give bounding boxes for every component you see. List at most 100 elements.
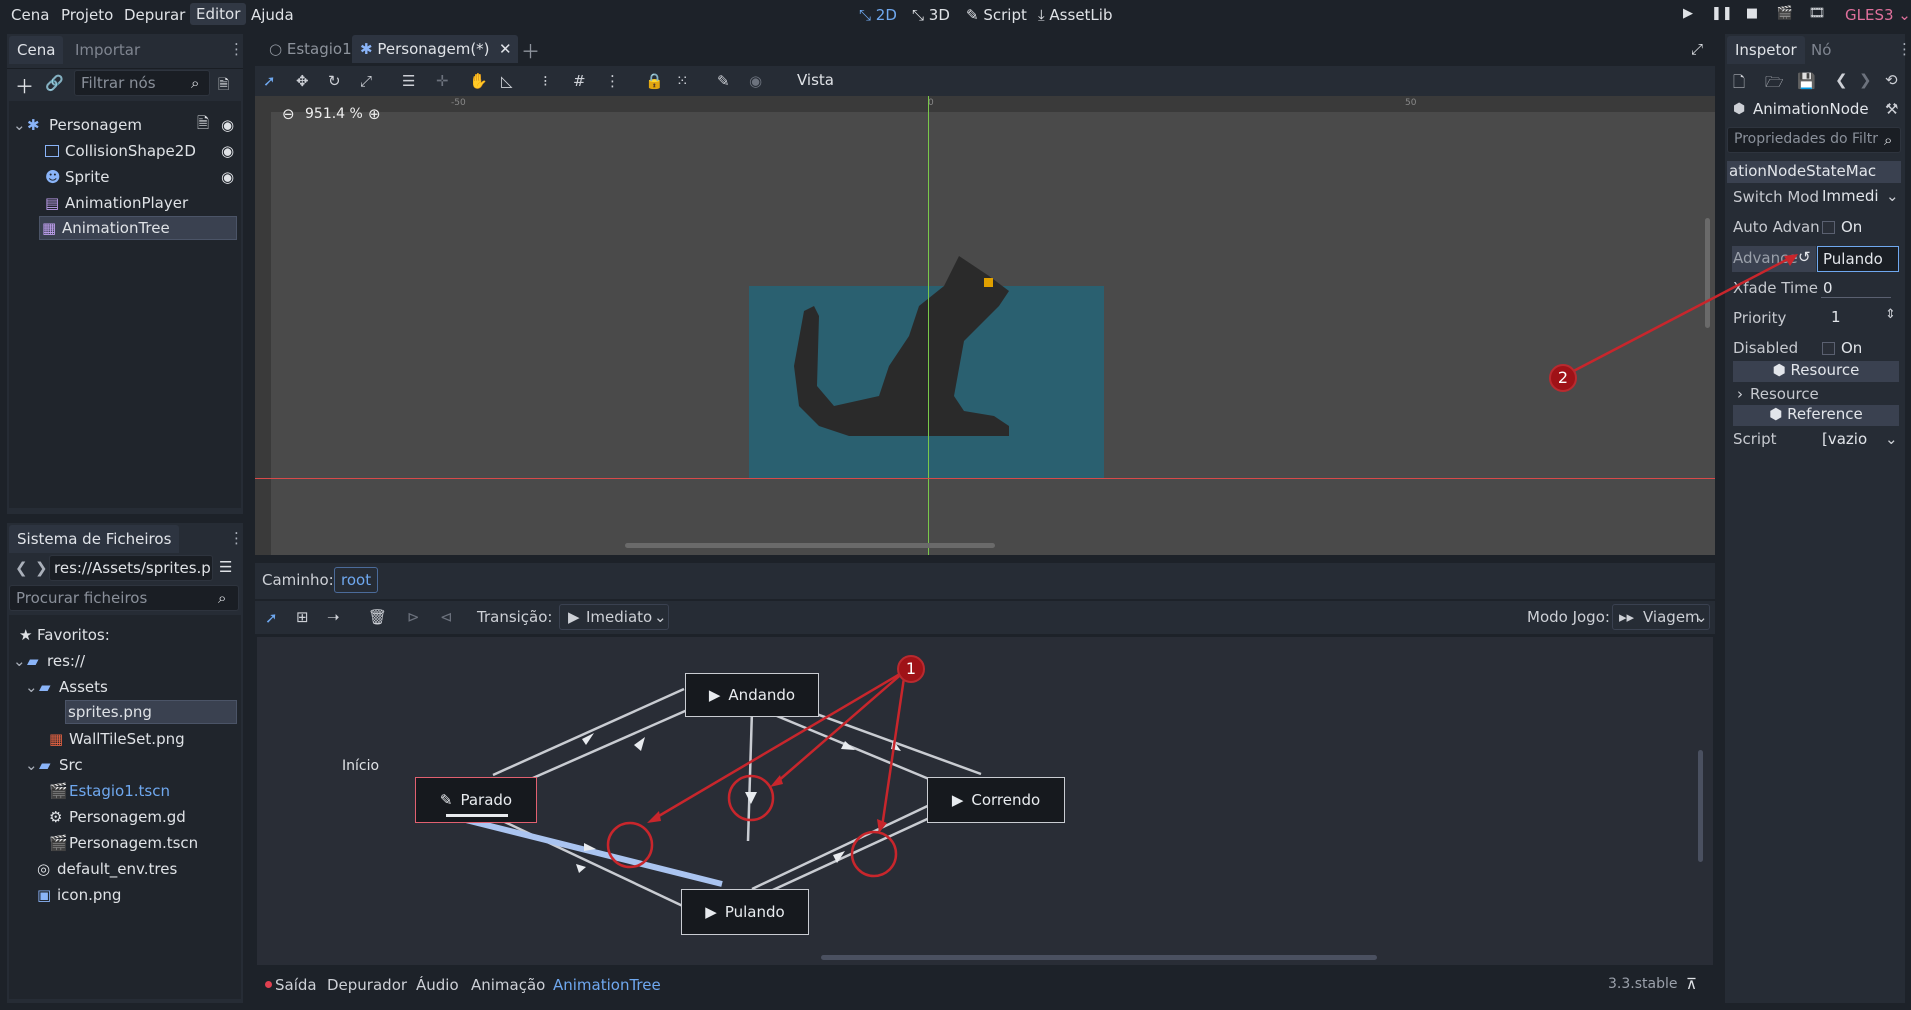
tab-audio[interactable]: Áudio bbox=[416, 976, 459, 994]
switch-mode-select[interactable]: Immedi ⌄ bbox=[1816, 184, 1902, 210]
new-resource-icon[interactable]: 🗋 bbox=[1733, 72, 1745, 97]
state-node-andando[interactable]: ▶ Andando bbox=[685, 673, 819, 717]
group-icon[interactable]: ⁙ bbox=[676, 72, 689, 90]
state-node-parado[interactable]: ✎ Parado bbox=[415, 777, 537, 823]
tab-cena[interactable]: Cena bbox=[9, 36, 64, 64]
visibility-icon[interactable]: ◉ bbox=[221, 168, 234, 186]
scale-tool-icon[interactable]: ⤢ bbox=[360, 72, 372, 90]
workspace-assetlib-button[interactable]: ⤓ AssetLib bbox=[1038, 6, 1112, 24]
history-icon[interactable]: ⟲ bbox=[1885, 71, 1898, 89]
play-mode-select[interactable]: ▸▸ Viagem ⌄ bbox=[1612, 604, 1710, 630]
viewport-2d[interactable]: -50 0 50 ⊖ 951.4 % ⊕ bbox=[255, 96, 1715, 555]
object-tools-icon[interactable]: ⚒ bbox=[1885, 100, 1898, 118]
fullscreen-icon[interactable]: ⤢ bbox=[1691, 40, 1703, 58]
bone-icon[interactable]: ✎ bbox=[717, 72, 730, 90]
close-icon[interactable]: ✕ bbox=[499, 40, 512, 58]
back-icon[interactable]: ❮ bbox=[1835, 71, 1848, 89]
dock-menu-icon[interactable]: ⋮ bbox=[229, 529, 244, 547]
file-icon-png[interactable]: ▣ icon.png bbox=[37, 883, 121, 907]
workspace-2d-button[interactable]: ⤡ 2D bbox=[859, 6, 897, 24]
back-icon[interactable]: ❮ bbox=[15, 559, 28, 577]
dock-menu-icon[interactable]: ⋮ bbox=[229, 40, 244, 58]
play-icon[interactable]: ▶ bbox=[952, 791, 964, 809]
tab-saida[interactable]: Saída bbox=[275, 976, 317, 994]
edit-icon[interactable]: ✎ bbox=[440, 791, 453, 809]
add-tab-icon[interactable]: ＋ bbox=[521, 37, 540, 64]
tab-animationtree[interactable]: AnimationTree bbox=[553, 976, 661, 994]
connect-nodes-icon[interactable]: ➝ bbox=[327, 608, 340, 626]
search-files-input[interactable]: Procurar ficheiros ⌕ bbox=[9, 585, 239, 611]
tree-node-animationplayer[interactable]: ▤ AnimationPlayer bbox=[13, 191, 237, 215]
tab-depurador[interactable]: Depurador bbox=[327, 976, 407, 994]
tab-no[interactable]: Nó bbox=[1803, 36, 1839, 64]
workspace-3d-button[interactable]: ⤡ 3D bbox=[912, 6, 950, 24]
res-folder-row[interactable]: ⌄ ▰ res:// bbox=[13, 649, 85, 673]
path-root-button[interactable]: root bbox=[334, 567, 379, 593]
tree-node-collisionshape2d[interactable]: CollisionShape2D ◉ bbox=[13, 139, 237, 163]
tab-animacao[interactable]: Animação bbox=[471, 976, 545, 994]
tab-filesystem[interactable]: Sistema de Ficheiros bbox=[9, 525, 180, 553]
renderer-select[interactable]: GLES3 ⌄ bbox=[1845, 6, 1911, 24]
file-personagem-gd[interactable]: ⚙ Personagem.gd bbox=[49, 805, 186, 829]
pause-icon[interactable]: ❚❚ bbox=[1711, 6, 1733, 24]
select-tool-icon[interactable]: ➚ bbox=[263, 72, 276, 90]
forward-icon[interactable]: ❯ bbox=[35, 559, 48, 577]
play-icon[interactable]: ▶ bbox=[1679, 6, 1697, 24]
play-scene-icon[interactable]: 🎬 bbox=[1776, 6, 1794, 24]
src-folder-row[interactable]: ⌄ ▰ Src bbox=[25, 753, 83, 777]
list-select-icon[interactable]: ☰ bbox=[402, 72, 415, 90]
xfade-time-input[interactable]: 0 bbox=[1817, 276, 1891, 300]
grid-snap-icon[interactable]: # bbox=[573, 72, 586, 90]
play-custom-scene-icon[interactable]: 🎞 bbox=[1808, 6, 1826, 24]
horizontal-scrollbar[interactable] bbox=[821, 955, 1377, 960]
tree-node-animationtree[interactable]: ▦ AnimationTree bbox=[39, 216, 237, 240]
zoom-level[interactable]: 951.4 % bbox=[305, 106, 363, 122]
set-end-icon[interactable]: ⊲ bbox=[440, 608, 453, 626]
horizontal-scrollbar[interactable] bbox=[625, 543, 995, 548]
vertical-scrollbar[interactable] bbox=[1698, 750, 1703, 862]
script-attach-icon[interactable]: 🗎 bbox=[218, 74, 229, 98]
play-icon[interactable]: ▶ bbox=[709, 686, 721, 704]
advance-condition-input[interactable]: Pulando bbox=[1817, 246, 1899, 272]
filter-nodes-input[interactable]: Filtrar nós ⌕ bbox=[74, 70, 210, 96]
set-start-icon[interactable]: ⊳ bbox=[407, 608, 420, 626]
file-walltileset-png[interactable]: ▦ WallTileSet.png bbox=[49, 727, 185, 751]
spin-arrows-icon[interactable]: ⇕ bbox=[1885, 307, 1896, 322]
tree-node-sprite[interactable]: ☻ Sprite ◉ bbox=[13, 165, 237, 189]
rotate-tool-icon[interactable]: ↻ bbox=[328, 72, 341, 90]
assets-folder-row[interactable]: ⌄ ▰ Assets bbox=[25, 675, 108, 699]
menu-projeto[interactable]: Projeto bbox=[61, 6, 113, 24]
disabled-checkbox[interactable] bbox=[1822, 342, 1835, 355]
smart-snap-icon[interactable]: ⁝ bbox=[543, 72, 548, 90]
play-icon[interactable]: ▶ bbox=[705, 903, 717, 921]
ruler-tool-icon[interactable]: ◺ bbox=[501, 72, 513, 90]
state-machine-graph[interactable]: Início ▶ Andando ✎ Parado ▶ Correndo ▶ Pulan… bbox=[257, 637, 1713, 965]
inspected-object-label[interactable]: AnimationNode bbox=[1753, 100, 1869, 118]
visibility-icon[interactable]: ◉ bbox=[221, 142, 234, 160]
tab-personagem[interactable]: ✱ Personagem(*) ✕ bbox=[352, 35, 518, 63]
script-icon[interactable]: 🗎 bbox=[197, 113, 209, 138]
open-folder-icon[interactable]: 🗁 bbox=[1765, 72, 1784, 97]
pan-tool-icon[interactable]: ✋ bbox=[469, 72, 488, 90]
forward-icon[interactable]: ❯ bbox=[1859, 71, 1872, 89]
delete-icon[interactable]: 🗑 bbox=[368, 608, 387, 626]
zoom-out-icon[interactable]: ⊖ bbox=[282, 105, 295, 123]
menu-editor[interactable]: Editor bbox=[190, 3, 247, 25]
auto-advance-checkbox[interactable] bbox=[1822, 221, 1835, 234]
lock-icon[interactable]: 🔒 bbox=[645, 72, 664, 90]
tab-importar[interactable]: Importar bbox=[67, 36, 148, 64]
tab-estagio1[interactable]: ○ Estagio1 bbox=[261, 35, 360, 63]
file-estagio1-tscn[interactable]: 🎬 Estagio1.tscn bbox=[49, 779, 170, 803]
camera-icon[interactable]: ◉ bbox=[749, 72, 762, 90]
filter-properties-input[interactable]: Propriedades do Filtr ⌕ bbox=[1727, 127, 1901, 153]
dock-menu-icon[interactable]: ⋮ bbox=[1897, 40, 1911, 58]
tab-inspetor[interactable]: Inspetor bbox=[1727, 36, 1805, 64]
select-tool-icon[interactable]: ➚ bbox=[265, 609, 278, 627]
favorites-row[interactable]: ★ Favoritos: bbox=[19, 623, 110, 647]
script-select[interactable]: [vazio ⌄ bbox=[1817, 427, 1901, 453]
add-node-icon[interactable]: ＋ bbox=[15, 72, 34, 99]
state-node-correndo[interactable]: ▶ Correndo bbox=[927, 777, 1065, 823]
workspace-script-button[interactable]: ✎ Script bbox=[966, 6, 1027, 24]
move-tool-icon[interactable]: ✥ bbox=[296, 72, 309, 90]
save-icon[interactable]: 💾 bbox=[1797, 72, 1816, 90]
